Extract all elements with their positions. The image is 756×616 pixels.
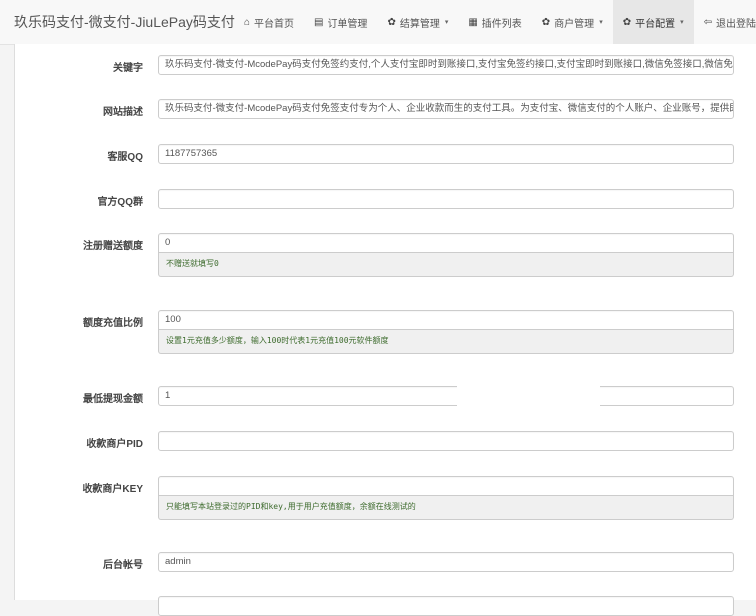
nav-plugins[interactable]: ▦ 插件列表 bbox=[458, 0, 531, 44]
recharge-ratio-label: 额度充值比例 bbox=[83, 318, 143, 329]
qq-label: 客服QQ bbox=[107, 152, 143, 163]
keywords-input[interactable]: 玖乐码支付-微支付-McodePay码支付免签约支付,个人支付宝即时到账接口,支… bbox=[158, 55, 734, 75]
chevron-down-icon: ▾ bbox=[599, 19, 603, 26]
admin-account-label: 后台帐号 bbox=[103, 560, 143, 571]
register-bonus-input[interactable]: 0 bbox=[158, 233, 734, 253]
config-form: 关键字 玖乐码支付-微支付-McodePay码支付免签约支付,个人支付宝即时到账… bbox=[14, 44, 756, 616]
description-input[interactable]: 玖乐码支付-微支付-McodePay码支付免签支付专为个人、企业收款而生的支付工… bbox=[158, 99, 734, 119]
merchant-key-label: 收款商户KEY bbox=[82, 484, 143, 495]
register-bonus-help: 不赠送就填写0 bbox=[158, 253, 734, 277]
next-field-input[interactable] bbox=[158, 596, 734, 616]
gear-icon: ✿ bbox=[622, 16, 632, 28]
gear-icon: ✿ bbox=[387, 16, 396, 28]
nav-plugins-label: 插件列表 bbox=[481, 18, 522, 30]
nav-orders-label: 订单管理 bbox=[327, 18, 368, 30]
admin-account-input[interactable]: admin bbox=[158, 552, 734, 572]
merchant-pid-label: 收款商户PID bbox=[86, 439, 143, 450]
nav-home[interactable]: ⌂ 平台首页 bbox=[234, 0, 304, 44]
min-withdraw-input[interactable]: 1 bbox=[158, 386, 734, 406]
list-icon: ▤ bbox=[313, 16, 324, 28]
nav-merchants[interactable]: ✿ 商户管理 ▾ bbox=[532, 0, 613, 44]
nav-home-label: 平台首页 bbox=[253, 18, 294, 30]
nav-platform-config[interactable]: ✿ 平台配置 ▾ bbox=[612, 0, 694, 44]
home-icon: ⌂ bbox=[243, 16, 250, 28]
site-brand[interactable]: 玖乐码支付-微支付-JiuLePay码支付 bbox=[14, 12, 235, 32]
keywords-label: 关键字 bbox=[113, 63, 143, 74]
blank-overlay bbox=[457, 380, 600, 430]
top-navbar: 玖乐码支付-微支付-JiuLePay码支付 ⌂ 平台首页 ▤ 订单管理 ✿ 结算… bbox=[0, 0, 756, 45]
nav-settlement-label: 结算管理 bbox=[399, 18, 440, 30]
merchant-key-help: 只能填写本站登录过的PID和key,用于用户充值额度，余额在线测试的 bbox=[158, 496, 734, 520]
recharge-ratio-input[interactable]: 100 bbox=[158, 310, 734, 330]
min-withdraw-label: 最低提现金额 bbox=[83, 394, 143, 405]
qq-input[interactable]: 1187757365 bbox=[158, 144, 734, 164]
qq-group-label: 官方QQ群 bbox=[97, 197, 143, 208]
gear-icon: ✿ bbox=[541, 16, 551, 28]
description-label: 网站描述 bbox=[103, 107, 143, 118]
merchant-pid-input[interactable] bbox=[158, 431, 734, 451]
nav-logout-label: 退出登陆 bbox=[716, 18, 756, 30]
recharge-ratio-help: 设置1元充值多少额度，输入100时代表1元充值100元软件额度 bbox=[158, 330, 734, 354]
nav-orders[interactable]: ▤ 订单管理 bbox=[304, 0, 377, 44]
nav-platform-config-label: 平台配置 bbox=[635, 18, 676, 30]
main-nav: ⌂ 平台首页 ▤ 订单管理 ✿ 结算管理 ▾ ▦ 插件列表 ✿ 商户管理 ▾ ✿… bbox=[234, 0, 756, 44]
nav-logout[interactable]: ⇦ 退出登陆 bbox=[694, 0, 756, 44]
qq-group-input[interactable] bbox=[158, 189, 734, 209]
register-bonus-label: 注册赠送额度 bbox=[83, 241, 143, 252]
logout-icon: ⇦ bbox=[703, 16, 712, 28]
nav-merchants-label: 商户管理 bbox=[554, 18, 595, 30]
chevron-down-icon: ▾ bbox=[444, 19, 449, 26]
merchant-key-input[interactable] bbox=[158, 476, 734, 496]
nav-settlement[interactable]: ✿ 结算管理 ▾ bbox=[377, 0, 458, 44]
chevron-down-icon: ▾ bbox=[680, 19, 684, 26]
grid-icon: ▦ bbox=[468, 16, 478, 28]
